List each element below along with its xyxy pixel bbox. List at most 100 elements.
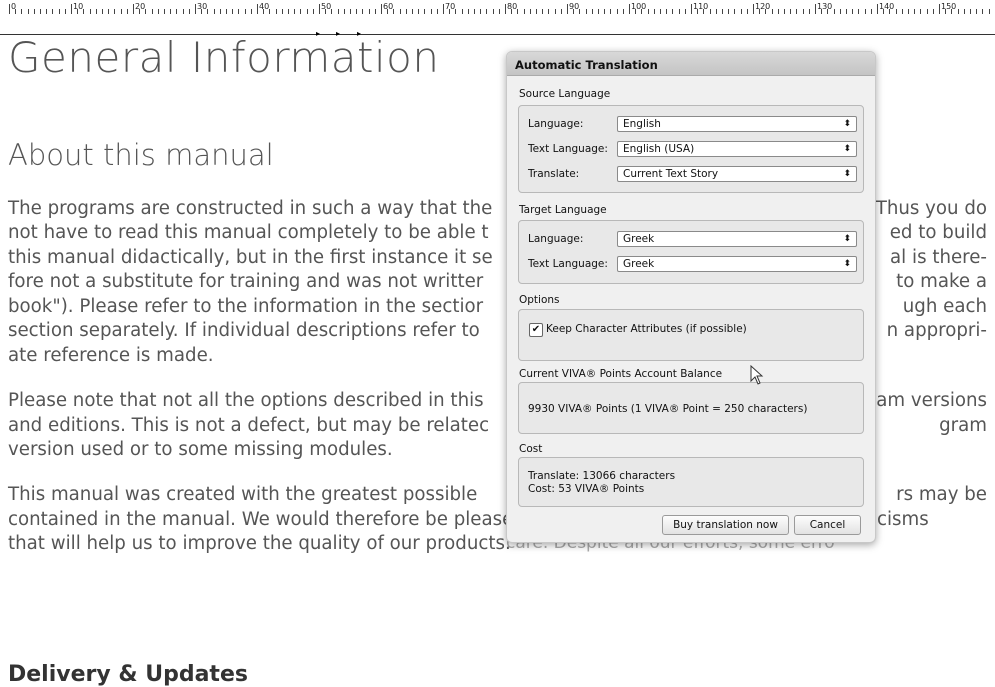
balance-group: 9930 VIVA® Points (1 VIVA® Point = 250 c… [518, 382, 864, 434]
ruler-tick [877, 4, 878, 14]
ruler-tick [939, 4, 940, 14]
ruler-tick [33, 9, 35, 14]
ruler-label: 140 [879, 2, 895, 11]
ruler-tick [176, 9, 178, 14]
ruler-tick [548, 9, 550, 14]
balance-label: Current VIVA® Points Account Balance [519, 368, 723, 380]
target-language-select[interactable]: Greek ⬍ [617, 231, 857, 247]
ruler-tick [616, 9, 618, 14]
ruler-tick [560, 9, 562, 14]
dialog-title[interactable]: Automatic Translation [507, 52, 875, 76]
keep-attributes-label[interactable]: Keep Character Attributes (if possible) [546, 323, 747, 335]
select-arrows-icon: ⬍ [843, 144, 851, 154]
ruler-tick [21, 9, 23, 14]
ruler-tick [461, 9, 463, 14]
ruler-tick [27, 9, 29, 14]
ruler-tick [542, 9, 544, 14]
paragraph-line-right: rs may be [896, 484, 987, 505]
paragraph-line-left: not have to read this manual completely … [8, 222, 489, 243]
target-text-language-select[interactable]: Greek ⬍ [617, 256, 857, 272]
ruler-tick [579, 9, 581, 14]
buy-translation-button[interactable]: Buy translation now [662, 515, 789, 535]
ruler-tick [350, 9, 351, 14]
ruler-tick [120, 9, 122, 14]
ruler-label: 150 [941, 2, 957, 11]
ruler-tick [312, 9, 314, 14]
ruler-tick [306, 9, 308, 14]
ruler-tick [678, 9, 680, 14]
paragraph-line-left: ate reference is made. [8, 345, 214, 366]
ruler-tick [126, 9, 128, 14]
target-text-language-value: Greek [623, 258, 655, 270]
ruler-tick [399, 9, 401, 14]
ruler-tick [957, 9, 959, 14]
source-text-language-select[interactable]: English (USA) ⬍ [617, 141, 857, 157]
ruler-tick [418, 9, 420, 14]
ruler-tick [89, 9, 91, 14]
ruler-tick [976, 9, 978, 14]
ruler-tick [715, 9, 717, 14]
ruler-tick [728, 9, 730, 14]
source-language-label: Source Language [519, 88, 611, 100]
ruler-label: 50 [321, 2, 332, 11]
balance-text: 9930 VIVA® Points (1 VIVA® Point = 250 c… [528, 403, 808, 415]
source-language-select[interactable]: English ⬍ [617, 116, 857, 132]
cancel-button[interactable]: Cancel [794, 515, 861, 535]
ruler-tick [46, 9, 48, 14]
ruler-tick [195, 4, 196, 14]
ruler-tick [802, 9, 804, 14]
ruler-tick [157, 9, 159, 14]
ruler-tick [740, 9, 742, 14]
ruler-tick [498, 9, 500, 14]
ruler-tick [455, 9, 457, 14]
cost-characters-text: Translate: 13066 characters [528, 470, 676, 482]
keep-attributes-checkbox[interactable]: ✔ [529, 323, 543, 337]
ruler-tick [523, 9, 525, 14]
cost-points-text: Cost: 53 VIVA® Points [528, 483, 645, 495]
ruler-tick [331, 9, 333, 14]
ruler-tick [164, 9, 165, 14]
translate-scope-select[interactable]: Current Text Story ⬍ [617, 166, 857, 182]
paragraph-line-right: al is there- [890, 247, 987, 268]
ruler-tick [870, 9, 872, 14]
ruler-tick [914, 9, 916, 14]
ruler-tick [629, 4, 630, 14]
ruler-tick [443, 4, 444, 14]
source-language-group: Language: English ⬍ Text Language: Engli… [518, 105, 864, 193]
ruler-tick [356, 9, 358, 14]
ruler-tick [505, 4, 506, 14]
target-language-value: Greek [623, 233, 655, 245]
ruler-tick [585, 9, 587, 14]
ruler-tick [660, 9, 661, 14]
ruler-tick [133, 4, 134, 14]
paragraph-line-left: section separately. If individual descri… [8, 320, 480, 341]
ruler-tick [95, 9, 97, 14]
ruler-label: 100 [631, 2, 647, 11]
source-language-value: English [623, 118, 661, 130]
ruler-tick [238, 9, 240, 14]
ruler-tick [852, 9, 854, 14]
ruler-tick [988, 9, 990, 14]
source-text-language-label: Text Language: [528, 143, 608, 155]
ruler-tick [908, 9, 909, 14]
ruler-tick [288, 9, 289, 14]
paragraph-line-right: ugh each [902, 296, 987, 317]
ruler-tick [839, 9, 841, 14]
ruler-tick [9, 4, 10, 14]
ruler-tick [40, 9, 41, 14]
ruler-tick [833, 9, 835, 14]
ruler-tick [219, 9, 221, 14]
ruler-tick [244, 9, 246, 14]
ruler-label: 120 [755, 2, 771, 11]
ruler-label: 130 [817, 2, 833, 11]
ruler-tick [622, 9, 624, 14]
ruler-tick [846, 9, 847, 14]
target-language-label: Target Language [519, 204, 607, 216]
ruler-tick [746, 9, 748, 14]
paragraph-line-left: Please note that not all the options des… [8, 390, 484, 411]
ruler-tick [895, 9, 897, 14]
ruler-tick [467, 9, 469, 14]
ruler-label: 90 [569, 2, 580, 11]
ruler-tick [982, 9, 984, 14]
ruler-tick [114, 9, 116, 14]
